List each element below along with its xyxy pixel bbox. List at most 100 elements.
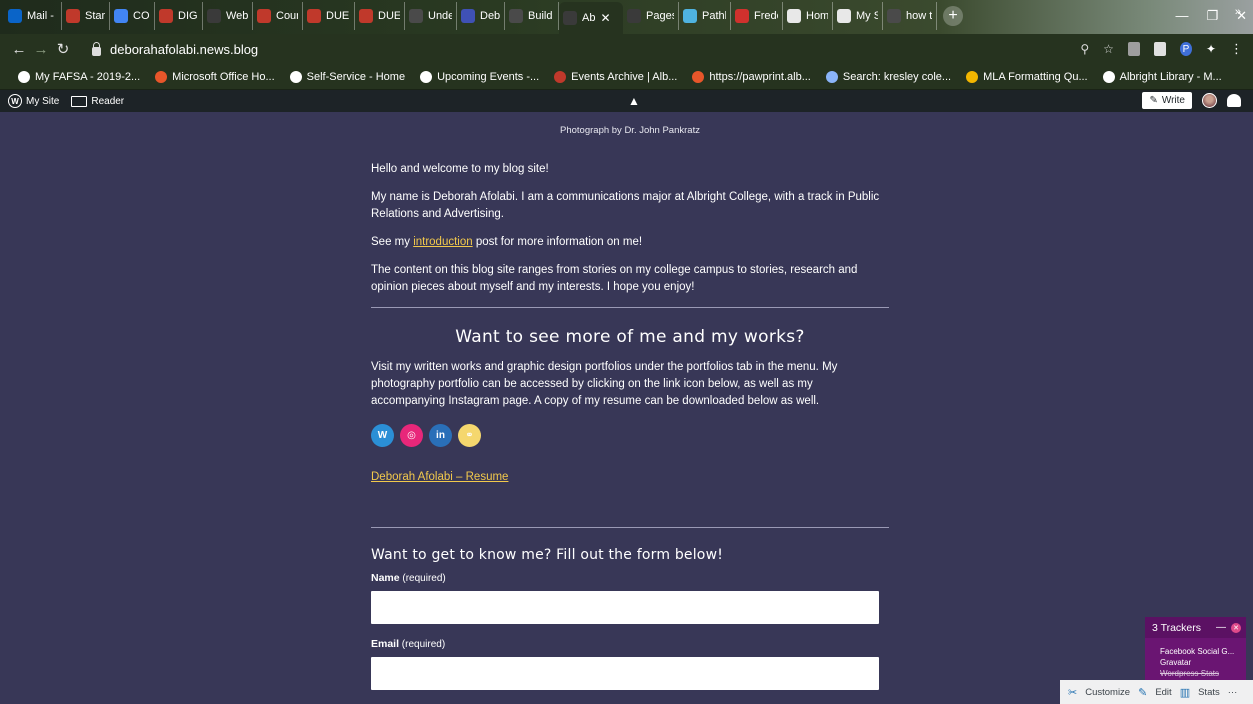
reader-label: Reader xyxy=(91,95,125,107)
tab-due-n[interactable]: DUE: N xyxy=(303,2,355,30)
tracker-item[interactable]: Facebook Social G... xyxy=(1160,646,1246,657)
tracker-item[interactable]: Gravatar xyxy=(1160,657,1246,668)
intro-text: My name is Deborah Afolabi. I am a commu… xyxy=(371,191,880,220)
link-icon[interactable]: ⚭ xyxy=(458,424,481,447)
tab-freder[interactable]: Freder xyxy=(731,2,783,30)
minimize-icon[interactable]: — xyxy=(1175,8,1188,24)
stats-icon: ▥ xyxy=(1179,686,1191,699)
tab-label: Mail - xyxy=(27,10,54,22)
tab-label: DUE: N xyxy=(326,10,350,22)
sun-icon xyxy=(159,9,173,23)
bookmark-item[interactable]: Microsoft Office Ho... xyxy=(155,70,275,83)
tab-due-f[interactable]: DUE: F xyxy=(355,2,405,30)
address-bar: ← → ↻ deborahafolabi.news.blog ⚲ ☆ P ✦ ⋮ xyxy=(0,34,1253,64)
resume-link[interactable]: Deborah Afolabi – Resume xyxy=(371,471,508,483)
tab-label: Debun xyxy=(480,10,500,22)
tab-start-h[interactable]: Start H xyxy=(62,2,110,30)
tab-pathb[interactable]: Pathb xyxy=(679,2,731,30)
tab-com-2[interactable]: COM 2 xyxy=(110,2,155,30)
write-button[interactable]: ✎ Write xyxy=(1142,92,1192,109)
tab-pages[interactable]: Pages xyxy=(623,2,679,30)
star-icon[interactable]: ☆ xyxy=(1103,42,1114,56)
bookmark-label: Albright Library - M... xyxy=(1119,70,1222,83)
forward-icon[interactable]: → xyxy=(30,41,52,58)
bookmark-item[interactable]: Upcoming Events -... xyxy=(420,70,539,83)
wordpress-icon[interactable]: W xyxy=(371,424,394,447)
wordpress-icon: W xyxy=(8,94,22,108)
tab-label: Freder xyxy=(754,10,778,22)
wordpress-icon xyxy=(563,11,577,25)
tab-label: Build a xyxy=(528,10,554,22)
avatar[interactable] xyxy=(1202,93,1217,108)
tab-ab[interactable]: Ab ✕ xyxy=(559,2,623,34)
form-heading: Want to get to know me? Fill out the for… xyxy=(371,547,724,563)
close-icon[interactable]: ✕ xyxy=(1231,622,1241,633)
maximize-icon[interactable]: ❐ xyxy=(1206,8,1218,24)
reader-link[interactable]: Reader xyxy=(71,95,125,107)
tracker-item[interactable]: Wordpress Stats xyxy=(1160,668,1246,679)
bookmark-label: Self-Service - Home xyxy=(306,70,406,83)
omnibox[interactable]: deborahafolabi.news.blog xyxy=(92,38,1113,60)
reload-icon[interactable]: ↻ xyxy=(52,40,74,58)
email-input[interactable] xyxy=(371,657,879,690)
bookmark-label: Microsoft Office Ho... xyxy=(172,70,275,83)
my-site-label: My Site xyxy=(26,95,60,107)
edit-link[interactable]: Edit xyxy=(1155,687,1171,698)
bookmark-item[interactable]: MLA Formatting Qu... xyxy=(966,70,1088,83)
email-label: Email (required) xyxy=(371,638,889,650)
instagram-icon[interactable]: ◎ xyxy=(400,424,423,447)
puzzle-icon[interactable]: ✦ xyxy=(1206,42,1216,56)
google-icon xyxy=(409,9,423,23)
bookmark-favicon-icon xyxy=(966,70,979,83)
bookmark-favicon-icon xyxy=(554,70,567,83)
extension-icon[interactable]: P xyxy=(1179,42,1192,56)
customize-link[interactable]: Customize xyxy=(1085,687,1130,698)
bookmark-item[interactable]: My FAFSA - 2019-2... xyxy=(18,70,140,83)
notifications-icon[interactable] xyxy=(1227,94,1241,107)
greeting-text: Hello and welcome to my blog site! xyxy=(371,163,549,175)
tab-build-a[interactable]: Build a xyxy=(505,2,559,30)
stats-link[interactable]: Stats xyxy=(1198,687,1220,698)
tab-debun[interactable]: Debun xyxy=(457,2,505,30)
toolbar-right: ⚲ ☆ P ✦ ⋮ xyxy=(1080,41,1243,57)
content-description: The content on this blog site ranges fro… xyxy=(371,264,858,293)
extension-icon[interactable] xyxy=(1127,42,1140,56)
tab-course[interactable]: Course xyxy=(253,2,303,30)
bookmark-item[interactable]: Self-Service - Home xyxy=(289,70,406,83)
close-tab-icon[interactable]: ✕ xyxy=(600,11,610,25)
introduction-link[interactable]: introduction xyxy=(413,236,472,248)
minimize-icon[interactable]: — xyxy=(1216,622,1226,633)
bookmark-favicon-icon xyxy=(420,70,433,83)
back-icon[interactable]: ← xyxy=(8,41,30,58)
my-site-link[interactable]: W My Site xyxy=(8,94,59,108)
new-tab-button[interactable]: + xyxy=(943,6,963,26)
tab-label: DUE: F xyxy=(378,10,400,22)
tab-home[interactable]: Home xyxy=(783,2,833,30)
bookmark-item[interactable]: https://pawprint.alb... xyxy=(692,70,811,83)
bookmarks-overflow[interactable]: » xyxy=(1235,6,1241,18)
more-works-description: Visit my written works and graphic desig… xyxy=(371,361,838,407)
bookmark-item[interactable]: Search: kresley cole... xyxy=(825,70,951,83)
tab-label: Under xyxy=(428,10,452,22)
menu-icon[interactable]: ⋮ xyxy=(1230,41,1243,57)
url-text[interactable]: deborahafolabi.news.blog xyxy=(110,42,258,57)
tab-mail[interactable]: Mail - xyxy=(4,2,62,30)
d-icon xyxy=(461,9,475,23)
collapse-toggle-icon[interactable]: ▲ xyxy=(628,94,640,108)
extension-icon[interactable] xyxy=(1153,42,1166,56)
more-icon[interactable]: ··· xyxy=(1228,687,1238,698)
tab-how-to[interactable]: how to xyxy=(883,2,937,30)
bookmark-item[interactable]: Events Archive | Alb... xyxy=(554,70,677,83)
tab-web-re[interactable]: Web re xyxy=(203,2,253,30)
bookmark-item[interactable]: Albright Library - M... xyxy=(1102,70,1222,83)
linkedin-icon[interactable]: in xyxy=(429,424,452,447)
email-label-text: Email xyxy=(371,638,400,650)
tab-label: Course xyxy=(276,10,298,22)
name-input[interactable] xyxy=(371,591,879,624)
tab-my-sit[interactable]: My Sit xyxy=(833,2,883,30)
sun-icon xyxy=(66,9,80,23)
tab-under[interactable]: Under xyxy=(405,2,457,30)
tab-dig32[interactable]: DIG32 xyxy=(155,2,203,30)
bookmark-favicon-icon xyxy=(155,70,168,83)
zoom-icon[interactable]: ⚲ xyxy=(1080,42,1089,56)
